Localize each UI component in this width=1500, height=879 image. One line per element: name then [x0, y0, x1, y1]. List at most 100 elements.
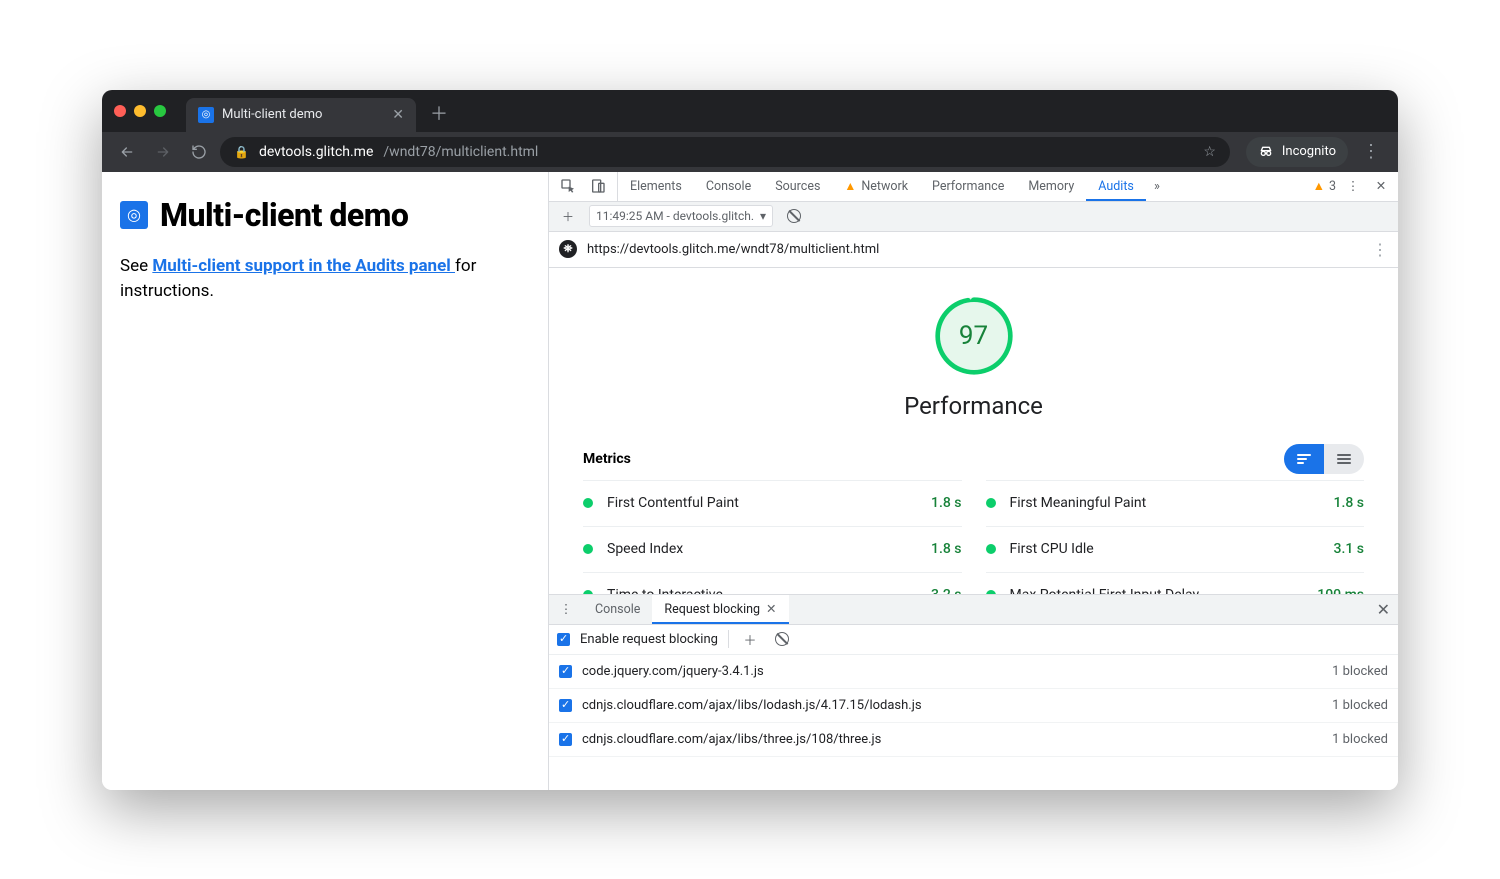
maximize-window-button[interactable]: [154, 105, 166, 117]
metric-row: Max Potential First Input Delay100 ms: [986, 572, 1365, 594]
close-window-button[interactable]: [114, 105, 126, 117]
page-body-link[interactable]: Multi-client support in the Audits panel: [152, 256, 455, 276]
tab-strip: ◎ Multi-client demo ✕ ＋: [102, 90, 1398, 132]
metric-value: 1.8 s: [931, 495, 962, 511]
new-tab-button[interactable]: ＋: [416, 100, 460, 132]
close-drawer-tab-button[interactable]: ✕: [766, 601, 776, 617]
more-tabs-button[interactable]: »: [1146, 175, 1168, 197]
warnings-badge[interactable]: ▲3: [1313, 179, 1336, 194]
tab-network[interactable]: ▲Network: [832, 172, 920, 201]
devtools-panel: Elements Console Sources ▲Network Perfor…: [549, 172, 1398, 790]
browser-tab[interactable]: ◎ Multi-client demo ✕: [186, 98, 416, 132]
block-count: 1 blocked: [1332, 664, 1388, 679]
block-row[interactable]: cdnjs.cloudflare.com/ajax/libs/lodash.js…: [549, 689, 1398, 723]
block-count: 1 blocked: [1332, 698, 1388, 713]
ban-icon: [775, 632, 789, 646]
forward-button[interactable]: [148, 137, 178, 167]
block-row[interactable]: cdnjs.cloudflare.com/ajax/libs/three.js/…: [549, 723, 1398, 757]
minimize-window-button[interactable]: [134, 105, 146, 117]
gauge: 97: [932, 294, 1016, 378]
drawer-menu-button[interactable]: ⋮: [555, 598, 577, 620]
address-bar[interactable]: 🔒 devtools.glitch.me/wndt78/multiclient.…: [220, 137, 1230, 167]
tab-performance[interactable]: Performance: [920, 172, 1016, 201]
audit-run-label: 11:49:25 AM - devtools.glitch.: [596, 209, 754, 223]
page-header: ◎ Multi-client demo: [120, 196, 530, 234]
metric-name: First Contentful Paint: [607, 495, 739, 511]
audits-toolbar: ＋ 11:49:25 AM - devtools.glitch. ▾: [549, 202, 1398, 232]
page-title: Multi-client demo: [160, 196, 408, 234]
block-list[interactable]: code.jquery.com/jquery-3.4.1.js 1 blocke…: [549, 655, 1398, 790]
tab-memory[interactable]: Memory: [1016, 172, 1086, 201]
metric-row: Time to Interactive3.2 s: [583, 572, 962, 594]
devtools-close-button[interactable]: ✕: [1370, 175, 1392, 197]
add-pattern-button[interactable]: ＋: [739, 628, 761, 650]
clear-patterns-button[interactable]: [771, 628, 793, 650]
block-row[interactable]: code.jquery.com/jquery-3.4.1.js 1 blocke…: [549, 655, 1398, 689]
tab-audits[interactable]: Audits: [1086, 172, 1146, 201]
tab-network-label: Network: [861, 179, 908, 194]
metric-row: First CPU Idle 3.1 s: [986, 526, 1365, 572]
reload-button[interactable]: [184, 137, 214, 167]
device-toolbar-button[interactable]: [587, 175, 609, 197]
metric-value: 3.1 s: [1334, 541, 1365, 557]
gauge-score: 97: [940, 302, 1008, 370]
url-path: /wndt78/multiclient.html: [383, 144, 538, 160]
metric-row: Speed Index1.8 s: [583, 526, 962, 572]
page-logo-icon: ◎: [120, 201, 148, 229]
tab-elements[interactable]: Elements: [618, 172, 694, 201]
devtools-menu-button[interactable]: ⋮: [1342, 175, 1364, 197]
audit-url-row: ⛯ https://devtools.glitch.me/wndt78/mult…: [549, 232, 1398, 268]
metric-row: First Meaningful Paint 1.8 s: [986, 480, 1365, 526]
metrics-view-expanded-button[interactable]: [1324, 444, 1364, 474]
block-count: 1 blocked: [1332, 732, 1388, 747]
content-area: ◎ Multi-client demo See Multi-client sup…: [102, 172, 1398, 790]
close-tab-button[interactable]: ✕: [392, 107, 404, 123]
block-row-checkbox[interactable]: [559, 699, 572, 712]
metrics-label: Metrics: [583, 451, 631, 467]
reload-icon: [191, 144, 207, 160]
arrow-right-icon: [155, 144, 171, 160]
favicon-icon: ◎: [198, 107, 214, 123]
drawer-tabs: ⋮ Console Request blocking ✕ ✕: [549, 595, 1398, 625]
browser-menu-button[interactable]: ⋮: [1354, 141, 1388, 162]
metric-name: First CPU Idle: [1010, 541, 1094, 557]
devtools-tabs: Elements Console Sources ▲Network Perfor…: [549, 172, 1398, 202]
audit-url: https://devtools.glitch.me/wndt78/multic…: [587, 242, 879, 257]
back-button[interactable]: [112, 137, 142, 167]
block-row-checkbox[interactable]: [559, 665, 572, 678]
metrics-header: Metrics: [549, 444, 1398, 474]
drawer-tab-request-blocking[interactable]: Request blocking ✕: [652, 595, 788, 624]
metric-value: 1.8 s: [931, 541, 962, 557]
audit-run-select[interactable]: 11:49:25 AM - devtools.glitch. ▾: [589, 205, 773, 227]
report-menu-button[interactable]: ⋮: [1372, 240, 1388, 259]
metrics-view-compact-button[interactable]: [1284, 444, 1324, 474]
tab-title: Multi-client demo: [222, 107, 322, 122]
ban-icon: [787, 209, 801, 223]
url-host: devtools.glitch.me: [259, 144, 373, 160]
gauge-label: Performance: [904, 392, 1043, 420]
metrics-view-toggle: [1284, 444, 1364, 474]
page-body: See Multi-client support in the Audits p…: [120, 254, 530, 305]
drawer-tab-console[interactable]: Console: [583, 595, 652, 624]
drawer-tab-label: Request blocking: [664, 602, 760, 617]
warnings-count: 3: [1329, 179, 1336, 194]
drawer-close-button[interactable]: ✕: [1377, 600, 1390, 619]
clear-audits-button[interactable]: [783, 205, 805, 227]
metrics-col-right: First Meaningful Paint 1.8 s First CPU Id…: [986, 480, 1365, 594]
metrics-col-left: First Contentful Paint 1.8 s Speed Index1…: [583, 480, 962, 594]
new-audit-button[interactable]: ＋: [557, 205, 579, 227]
metric-name: First Meaningful Paint: [1010, 495, 1147, 511]
enable-blocking-checkbox[interactable]: [557, 633, 570, 646]
inspect-element-button[interactable]: [557, 175, 579, 197]
warning-icon: ▲: [1313, 179, 1325, 194]
incognito-indicator[interactable]: Incognito: [1246, 137, 1348, 167]
metric-value: 1.8 s: [1334, 495, 1365, 511]
audit-report[interactable]: 97 Performance Metrics: [549, 268, 1398, 594]
metrics-grid: First Contentful Paint 1.8 s Speed Index1…: [549, 480, 1398, 594]
block-row-checkbox[interactable]: [559, 733, 572, 746]
separator: [728, 630, 729, 648]
bookmark-button[interactable]: ☆: [1203, 144, 1216, 160]
page-body-text: See: [120, 256, 152, 276]
tab-sources[interactable]: Sources: [763, 172, 832, 201]
tab-console[interactable]: Console: [694, 172, 763, 201]
